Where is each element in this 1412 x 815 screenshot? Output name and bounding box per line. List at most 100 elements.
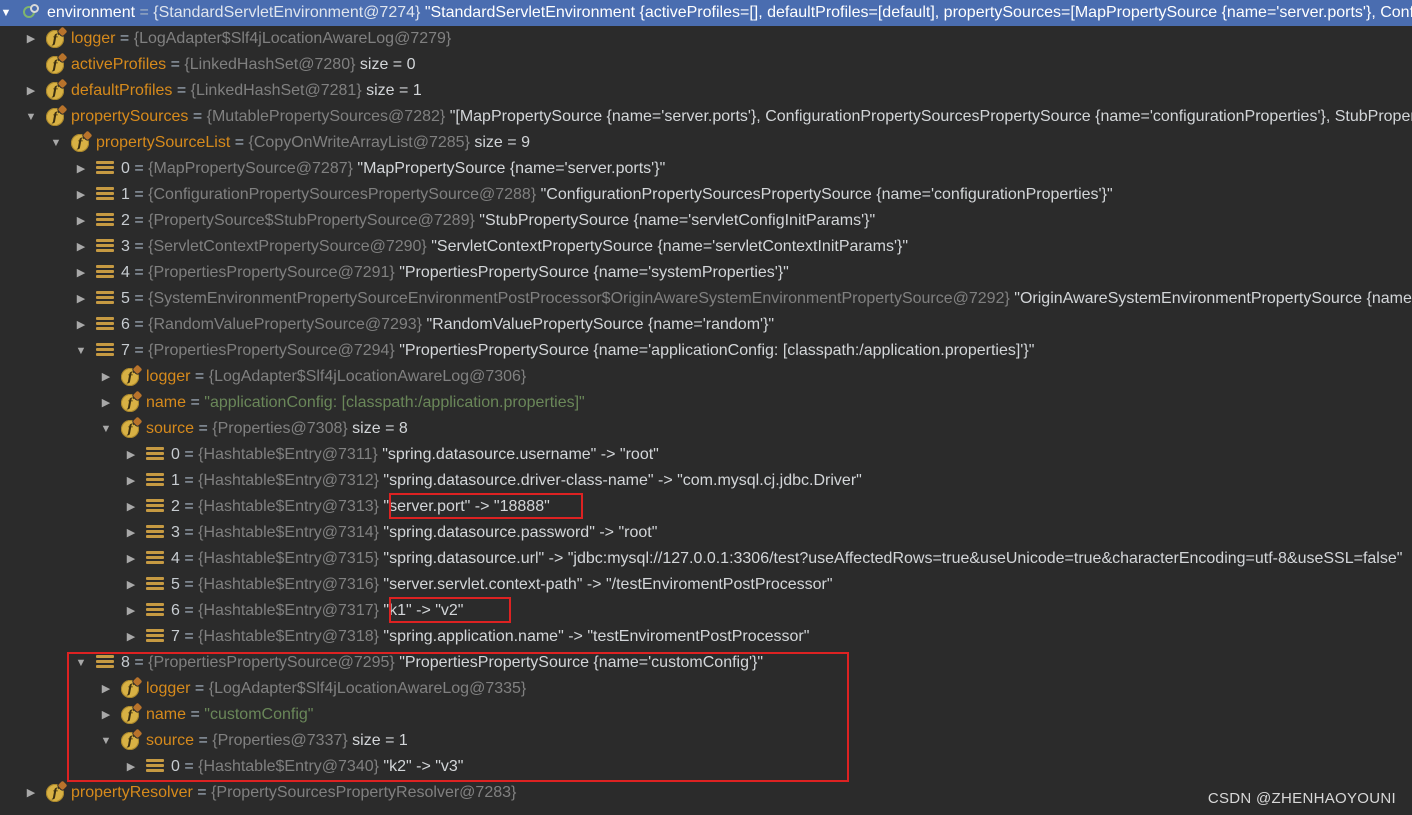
variable-type: {LogAdapter$Slf4jLocationAwareLog@7306} <box>208 368 527 385</box>
collapse-arrow-icon[interactable]: ▼ <box>75 650 87 676</box>
expand-arrow-icon[interactable]: ▶ <box>125 442 137 468</box>
expand-arrow-icon[interactable]: ▶ <box>75 182 87 208</box>
expand-arrow-icon[interactable]: ▶ <box>75 156 87 182</box>
expand-arrow-icon[interactable]: ▶ <box>75 260 87 286</box>
expand-arrow-icon[interactable]: ▶ <box>100 364 112 390</box>
expand-arrow-icon[interactable]: ▶ <box>75 286 87 312</box>
collapse-arrow-icon[interactable]: ▼ <box>75 338 87 364</box>
expand-arrow-icon[interactable]: ▶ <box>125 598 137 624</box>
expand-arrow-icon[interactable]: ▶ <box>100 676 112 702</box>
expand-arrow-icon[interactable]: ▶ <box>25 26 37 52</box>
tree-row[interactable]: ▶ 6 = {RandomValuePropertySource@7293} "R… <box>0 312 1412 338</box>
equals-sign: = <box>129 160 149 177</box>
tree-row[interactable]: ▶ 6 = {Hashtable$Entry@7317} "k1" -> "v2" <box>0 598 1412 624</box>
tree-row[interactable]: ▶ 2 = {PropertySource$StubPropertySource@… <box>0 208 1412 234</box>
expand-arrow-icon[interactable]: ▶ <box>125 494 137 520</box>
field-icon: f <box>46 82 64 100</box>
expand-arrow-icon[interactable]: ▶ <box>75 234 87 260</box>
tree-row[interactable]: ▶ f logger = {LogAdapter$Slf4jLocationAwar… <box>0 676 1412 702</box>
tree-row-text: source = {Properties@7337} size = 1 <box>146 728 408 754</box>
field-icon: f <box>46 30 64 48</box>
variable-value: "ConfigurationPropertySourcesPropertySou… <box>540 186 1113 203</box>
expand-arrow-icon[interactable]: ▶ <box>125 624 137 650</box>
collapse-arrow-icon[interactable]: ▼ <box>25 104 37 130</box>
tree-row[interactable]: ▼ f source = {Properties@7308} size = 8 <box>0 416 1412 442</box>
tree-row[interactable]: ▼ 7 = {PropertiesPropertySource@7294} "Pr… <box>0 338 1412 364</box>
tree-row[interactable]: ▼ f propertySourceList = {CopyOnWriteArray… <box>0 130 1412 156</box>
tree-row[interactable]: ▶ 0 = {Hashtable$Entry@7311} "spring.data… <box>0 442 1412 468</box>
tree-row[interactable]: ▼ environment = {StandardServletEnvironme… <box>0 0 1412 26</box>
tree-row-text: source = {Properties@7308} size = 8 <box>146 416 408 442</box>
entry-icon <box>96 291 114 309</box>
tree-row-text: name = "customConfig" <box>146 702 313 728</box>
expand-arrow-icon[interactable]: ▶ <box>125 754 137 780</box>
variable-value: "spring.datasource.password" -> "root" <box>383 524 658 541</box>
collapse-arrow-icon[interactable]: ▼ <box>50 130 62 156</box>
field-icon: f <box>46 784 64 802</box>
expand-arrow-icon[interactable]: ▶ <box>125 546 137 572</box>
tree-row[interactable]: ▼ f propertySources = {MutablePropertySour… <box>0 104 1412 130</box>
equals-sign: = <box>129 238 149 255</box>
tree-row[interactable]: ▶ 0 = {Hashtable$Entry@7340} "k2" -> "v3" <box>0 754 1412 780</box>
tree-row[interactable]: ▶ f defaultProfiles = {LinkedHashSet@7281}… <box>0 78 1412 104</box>
variable-name: 7 <box>171 628 180 645</box>
variable-name: source <box>146 420 195 437</box>
collapse-arrow-icon[interactable]: ▼ <box>100 728 112 754</box>
equals-sign: = <box>129 342 149 359</box>
entry-icon <box>146 629 164 647</box>
expand-arrow-icon[interactable]: ▶ <box>25 78 37 104</box>
variable-type: {PropertySource$StubPropertySource@7289} <box>148 212 475 229</box>
expand-arrow-icon[interactable]: ▶ <box>125 468 137 494</box>
tree-row[interactable]: ▶ 0 = {MapPropertySource@7287} "MapProper… <box>0 156 1412 182</box>
equals-sign: = <box>194 420 213 437</box>
tree-row[interactable]: ▶ f propertyResolver = {PropertySourcesPro… <box>0 780 1412 806</box>
expand-arrow-icon[interactable]: ▶ <box>125 572 137 598</box>
tree-row[interactable]: ▶ f name = "customConfig" <box>0 702 1412 728</box>
variable-name: 0 <box>171 446 180 463</box>
entry-icon <box>146 525 164 543</box>
tree-row[interactable]: ▶ 1 = {Hashtable$Entry@7312} "spring.data… <box>0 468 1412 494</box>
tree-row-text: 2 = {Hashtable$Entry@7313} "server.port"… <box>171 494 550 520</box>
tree-row[interactable]: ▶ 7 = {Hashtable$Entry@7318} "spring.appl… <box>0 624 1412 650</box>
variable-type: {CopyOnWriteArrayList@7285} <box>248 134 470 151</box>
tree-row[interactable]: ▶ f logger = {LogAdapter$Slf4jLocationAwar… <box>0 364 1412 390</box>
variable-name: name <box>146 706 187 723</box>
variable-value: "MapPropertySource {name='server.ports'}… <box>357 160 666 177</box>
expand-arrow-icon[interactable]: ▶ <box>100 702 112 728</box>
tree-row[interactable]: ▶ 3 = {ServletContextPropertySource@7290}… <box>0 234 1412 260</box>
tree-row[interactable]: ▶ f name = "applicationConfig: [classpath:… <box>0 390 1412 416</box>
variable-value: size = 1 <box>352 732 408 749</box>
tree-row[interactable]: ▶ 4 = {Hashtable$Entry@7315} "spring.data… <box>0 546 1412 572</box>
tree-row[interactable]: f activeProfiles = {LinkedHashSet@7280} s… <box>0 52 1412 78</box>
equals-sign: = <box>179 472 199 489</box>
expand-arrow-icon[interactable]: ▶ <box>75 208 87 234</box>
variable-name: 3 <box>171 524 180 541</box>
variable-name: propertyResolver <box>71 784 193 801</box>
expand-arrow-icon[interactable]: ▶ <box>25 780 37 806</box>
collapse-arrow-icon[interactable]: ▼ <box>0 0 12 26</box>
entry-icon <box>96 213 114 231</box>
expand-arrow-icon[interactable]: ▶ <box>75 312 87 338</box>
expand-arrow-icon[interactable]: ▶ <box>125 520 137 546</box>
expand-arrow-icon[interactable]: ▶ <box>100 390 112 416</box>
equals-sign: = <box>129 654 149 671</box>
tree-row[interactable]: ▶ 1 = {ConfigurationPropertySourcesProper… <box>0 182 1412 208</box>
entry-icon <box>146 447 164 465</box>
tree-row[interactable]: ▶ 5 = {Hashtable$Entry@7316} "server.serv… <box>0 572 1412 598</box>
equals-sign: = <box>129 316 149 333</box>
variable-value: "StandardServletEnvironment {activeProfi… <box>424 4 1412 21</box>
tree-row[interactable]: ▶ 2 = {Hashtable$Entry@7313} "server.port… <box>0 494 1412 520</box>
variable-name: 7 <box>121 342 130 359</box>
tree-row[interactable]: ▼ 8 = {PropertiesPropertySource@7295} "Pr… <box>0 650 1412 676</box>
variable-value: "spring.application.name" -> "testEnviro… <box>383 628 810 645</box>
tree-row[interactable]: ▶ 4 = {PropertiesPropertySource@7291} "Pr… <box>0 260 1412 286</box>
tree-row[interactable]: ▶ 5 = {SystemEnvironmentPropertySourceEnv… <box>0 286 1412 312</box>
tree-row[interactable]: ▶ 3 = {Hashtable$Entry@7314} "spring.data… <box>0 520 1412 546</box>
tree-row[interactable]: ▶ f logger = {LogAdapter$Slf4jLocationAwar… <box>0 26 1412 52</box>
variable-value: "RandomValuePropertySource {name='random… <box>426 316 775 333</box>
collapse-arrow-icon[interactable]: ▼ <box>100 416 112 442</box>
equals-sign: = <box>129 290 149 307</box>
tree-row[interactable]: ▼ f source = {Properties@7337} size = 1 <box>0 728 1412 754</box>
tree-row-text: propertyResolver = {PropertySourcesPrope… <box>71 780 516 806</box>
variable-value: "PropertiesPropertySource {name='customC… <box>399 654 764 671</box>
